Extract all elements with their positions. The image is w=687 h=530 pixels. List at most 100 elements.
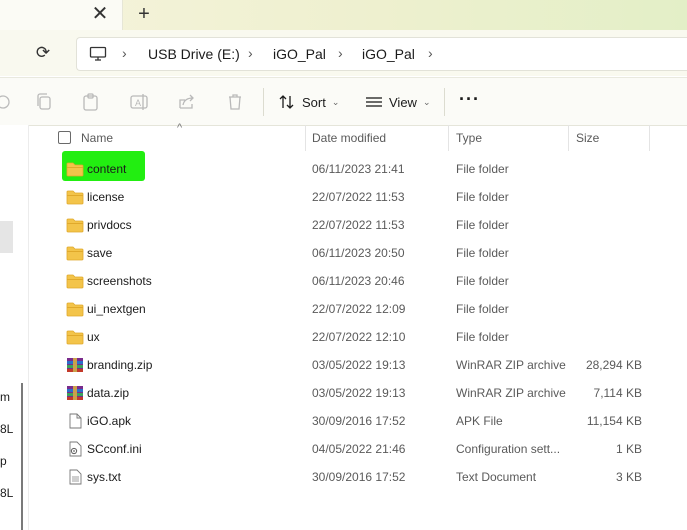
- column-header-type[interactable]: Type: [456, 131, 482, 145]
- file-name[interactable]: ux: [87, 330, 100, 344]
- file-name[interactable]: data.zip: [87, 386, 129, 400]
- nav-pane-item-fragment[interactable]: p: [0, 454, 7, 468]
- nav-pane-item-fragment[interactable]: 8L: [0, 422, 13, 436]
- this-pc-icon[interactable]: [89, 46, 107, 62]
- file-type: Configuration sett...: [456, 442, 561, 456]
- sort-button[interactable]: Sort ⌄: [278, 88, 339, 116]
- file-type: WinRAR ZIP archive: [456, 358, 566, 372]
- column-divider[interactable]: [568, 125, 569, 151]
- folder-icon: [66, 301, 84, 317]
- file-name[interactable]: sys.txt: [87, 470, 121, 484]
- copy-icon[interactable]: [33, 91, 55, 113]
- file-name[interactable]: content: [87, 162, 126, 176]
- new-item-icon[interactable]: [0, 91, 14, 113]
- sort-ascending-icon: ^: [177, 122, 183, 134]
- file-name[interactable]: branding.zip: [87, 358, 152, 372]
- file-row[interactable]: ui_nextgen 22/07/2022 12:09 File folder: [30, 295, 687, 323]
- zip-archive-icon: [66, 385, 84, 401]
- file-name[interactable]: screenshots: [87, 274, 152, 288]
- chevron-down-icon: ⌄: [422, 96, 431, 107]
- share-icon[interactable]: [176, 91, 198, 113]
- see-more-button[interactable]: ···: [459, 89, 480, 110]
- new-tab-icon[interactable]: +: [132, 2, 156, 26]
- file-row[interactable]: save 06/11/2023 20:50 File folder: [30, 239, 687, 267]
- column-header-name[interactable]: Name: [81, 131, 113, 145]
- paste-icon[interactable]: [80, 91, 102, 113]
- file-name[interactable]: iGO.apk: [87, 414, 131, 428]
- file-date-modified: 22/07/2022 11:53: [312, 218, 405, 232]
- file-row[interactable]: sys.txt 30/09/2016 17:52 Text Document 3 KB: [30, 463, 687, 491]
- file-row[interactable]: license 22/07/2022 11:53 File folder: [30, 183, 687, 211]
- toolbar-divider: [444, 88, 445, 116]
- file-row[interactable]: SCconf.ini 04/05/2022 21:46 Configuration …: [30, 435, 687, 463]
- file-name[interactable]: save: [87, 246, 112, 260]
- file-row[interactable]: ux 22/07/2022 12:10 File folder: [30, 323, 687, 351]
- text-file-icon: [66, 469, 84, 485]
- file-row[interactable]: screenshots 06/11/2023 20:46 File folder: [30, 267, 687, 295]
- file-row[interactable]: privdocs 22/07/2022 11:53 File folder: [30, 211, 687, 239]
- file-row[interactable]: branding.zip 03/05/2022 19:13 WinRAR ZIP a…: [30, 351, 687, 379]
- command-bar: A Sort ⌄ View ⌄ ···: [0, 77, 687, 126]
- file-name[interactable]: SCconf.ini: [87, 442, 142, 456]
- nav-pane-item-fragment[interactable]: 8L: [0, 486, 13, 500]
- view-label: View: [389, 94, 417, 110]
- file-type: File folder: [456, 218, 509, 232]
- rename-icon[interactable]: A: [128, 91, 150, 113]
- breadcrumb-igo-pal-current[interactable]: iGO_Pal: [362, 46, 415, 62]
- explorer-tab[interactable]: ✕: [0, 0, 123, 30]
- breadcrumb-igo-pal[interactable]: iGO_Pal: [273, 46, 326, 62]
- column-divider[interactable]: [649, 125, 650, 151]
- file-size: 1 KB: [615, 442, 642, 456]
- column-divider[interactable]: [448, 125, 449, 151]
- file-list: content 06/11/2023 21:41 File folder licens…: [30, 151, 687, 491]
- file-type: File folder: [456, 162, 509, 176]
- file-name[interactable]: license: [87, 190, 124, 204]
- breadcrumb-chevron-icon[interactable]: ›: [122, 45, 127, 61]
- file-date-modified: 30/09/2016 17:52: [312, 414, 406, 428]
- view-button[interactable]: View ⌄: [365, 88, 431, 116]
- close-tab-icon[interactable]: ✕: [88, 2, 112, 26]
- address-bar[interactable]: › USB Drive (E:) › iGO_Pal › iGO_Pal ›: [76, 37, 687, 71]
- folder-icon: [66, 273, 84, 289]
- file-date-modified: 04/05/2022 21:46: [312, 442, 406, 456]
- refresh-icon[interactable]: ⟳: [30, 40, 56, 66]
- file-type: APK File: [456, 414, 503, 428]
- file-name[interactable]: ui_nextgen: [87, 302, 146, 316]
- file-type: WinRAR ZIP archive: [456, 386, 566, 400]
- toolbar-divider: [263, 88, 264, 116]
- nav-pane-scrollbar[interactable]: [21, 383, 23, 530]
- file-name[interactable]: privdocs: [87, 218, 132, 232]
- file-date-modified: 03/05/2022 19:13: [312, 386, 406, 400]
- column-headers: ^ Name Date modified Type Size: [30, 122, 687, 151]
- file-date-modified: 06/11/2023 20:46: [312, 274, 405, 288]
- file-date-modified: 22/07/2022 12:09: [312, 302, 406, 316]
- column-header-size[interactable]: Size: [576, 131, 599, 145]
- file-size: 7,114 KB: [593, 386, 642, 400]
- select-all-checkbox[interactable]: [58, 131, 71, 144]
- breadcrumb-chevron-icon[interactable]: ›: [338, 45, 343, 61]
- file-type: File folder: [456, 330, 509, 344]
- file-date-modified: 22/07/2022 12:10: [312, 330, 406, 344]
- file-date-modified: 03/05/2022 19:13: [312, 358, 406, 372]
- nav-pane-selected-item[interactable]: [0, 221, 13, 253]
- breadcrumb-usb-drive[interactable]: USB Drive (E:): [148, 46, 240, 62]
- file-row[interactable]: content 06/11/2023 21:41 File folder: [30, 151, 687, 183]
- column-divider[interactable]: [305, 125, 306, 151]
- file-type: File folder: [456, 302, 509, 316]
- file-type: File folder: [456, 246, 509, 260]
- folder-icon: [66, 245, 84, 261]
- delete-icon[interactable]: [224, 91, 246, 113]
- sort-label: Sort: [302, 94, 326, 110]
- column-header-date[interactable]: Date modified: [312, 131, 386, 145]
- breadcrumb-chevron-icon[interactable]: ›: [248, 45, 253, 61]
- nav-pane-item-fragment[interactable]: m: [0, 390, 10, 404]
- file-size: 28,294 KB: [585, 358, 642, 372]
- pane-divider: [28, 125, 29, 530]
- file-date-modified: 06/11/2023 21:41: [312, 162, 405, 176]
- breadcrumb-chevron-icon[interactable]: ›: [428, 45, 433, 61]
- file-row[interactable]: iGO.apk 30/09/2016 17:52 APK File 11,154 KB: [30, 407, 687, 435]
- folder-icon: [66, 189, 84, 205]
- chevron-down-icon: ⌄: [331, 96, 340, 107]
- zip-archive-icon: [66, 357, 84, 373]
- file-row[interactable]: data.zip 03/05/2022 19:13 WinRAR ZIP archi…: [30, 379, 687, 407]
